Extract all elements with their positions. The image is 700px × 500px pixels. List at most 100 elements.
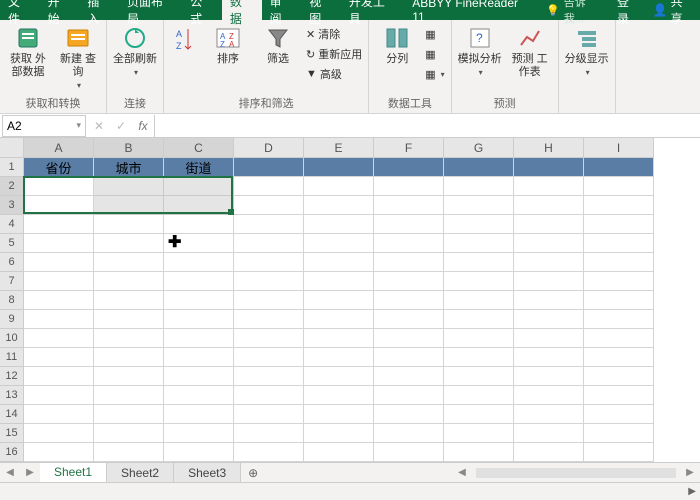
tab-abbyy[interactable]: ABBYY FineReader 11 xyxy=(404,0,540,20)
cell[interactable] xyxy=(164,215,234,234)
sheet-nav-prev[interactable]: ◀ xyxy=(0,467,20,478)
cell[interactable] xyxy=(444,196,514,215)
tab-review[interactable]: 审阅 xyxy=(262,0,302,20)
row-header-6[interactable]: 6 xyxy=(0,253,24,272)
scroll-right[interactable]: ▶ xyxy=(680,467,700,478)
cell[interactable] xyxy=(24,405,94,424)
scroll-left[interactable]: ◀ xyxy=(452,467,472,478)
remove-dup-button[interactable]: ▦ xyxy=(425,45,444,63)
login-button[interactable]: 登录 xyxy=(611,0,647,20)
horizontal-scrollbar[interactable] xyxy=(476,468,676,478)
row-header-16[interactable]: 16 xyxy=(0,443,24,462)
cell[interactable] xyxy=(304,196,374,215)
cell[interactable] xyxy=(304,367,374,386)
cell[interactable] xyxy=(94,196,164,215)
row-header-3[interactable]: 3 xyxy=(0,196,24,215)
cell[interactable] xyxy=(24,310,94,329)
cell[interactable] xyxy=(374,405,444,424)
cell[interactable] xyxy=(304,443,374,462)
row-header-13[interactable]: 13 xyxy=(0,386,24,405)
select-all-corner[interactable] xyxy=(0,138,24,158)
cell[interactable] xyxy=(234,272,304,291)
cell[interactable] xyxy=(164,348,234,367)
cell[interactable] xyxy=(24,443,94,462)
cell[interactable] xyxy=(24,215,94,234)
cell[interactable] xyxy=(444,386,514,405)
cell[interactable] xyxy=(444,158,514,177)
get-external-data-button[interactable]: 获取 外部数据 xyxy=(6,23,50,79)
cell[interactable] xyxy=(94,443,164,462)
cell[interactable] xyxy=(584,196,654,215)
cell[interactable] xyxy=(444,234,514,253)
clear-filter-button[interactable]: ✕清除 xyxy=(306,25,362,43)
share-button[interactable]: 👤 共享 xyxy=(647,0,700,20)
cell[interactable] xyxy=(584,253,654,272)
tab-insert[interactable]: 插入 xyxy=(79,0,119,20)
sheet-nav-next[interactable]: ▶ xyxy=(20,467,40,478)
cell[interactable] xyxy=(514,272,584,291)
cell[interactable] xyxy=(24,424,94,443)
cell[interactable] xyxy=(304,272,374,291)
fx-icon[interactable]: fx xyxy=(132,119,154,133)
formula-input[interactable] xyxy=(154,115,700,137)
cell[interactable] xyxy=(444,424,514,443)
cell[interactable] xyxy=(584,443,654,462)
cell[interactable] xyxy=(234,177,304,196)
sheet-tab-2[interactable]: Sheet2 xyxy=(107,463,174,483)
cell[interactable] xyxy=(514,177,584,196)
cell[interactable] xyxy=(24,291,94,310)
cell[interactable] xyxy=(584,424,654,443)
cell[interactable] xyxy=(444,291,514,310)
cell[interactable] xyxy=(444,367,514,386)
cell[interactable] xyxy=(234,234,304,253)
cell[interactable] xyxy=(24,348,94,367)
cell[interactable] xyxy=(584,310,654,329)
cell[interactable] xyxy=(444,310,514,329)
cell[interactable] xyxy=(514,424,584,443)
cell[interactable] xyxy=(374,272,444,291)
cell[interactable] xyxy=(374,310,444,329)
cell[interactable] xyxy=(374,443,444,462)
cell[interactable] xyxy=(584,215,654,234)
cell[interactable] xyxy=(444,253,514,272)
cell[interactable] xyxy=(514,291,584,310)
cell[interactable] xyxy=(374,291,444,310)
row-header-7[interactable]: 7 xyxy=(0,272,24,291)
tab-view[interactable]: 视图 xyxy=(301,0,341,20)
cell[interactable] xyxy=(374,424,444,443)
cell[interactable] xyxy=(94,405,164,424)
cell[interactable] xyxy=(94,234,164,253)
cell[interactable] xyxy=(304,310,374,329)
cell[interactable] xyxy=(584,234,654,253)
cell[interactable] xyxy=(584,329,654,348)
column-header-A[interactable]: A xyxy=(24,138,94,158)
cell[interactable] xyxy=(304,386,374,405)
column-header-C[interactable]: C xyxy=(164,138,234,158)
cell[interactable]: 城市 xyxy=(94,158,164,177)
cell[interactable] xyxy=(374,196,444,215)
add-sheet-button[interactable]: ⊕ xyxy=(241,466,265,480)
data-validation-button[interactable]: ▦▾ xyxy=(425,65,444,83)
cell[interactable] xyxy=(304,253,374,272)
row-header-4[interactable]: 4 xyxy=(0,215,24,234)
cell[interactable] xyxy=(444,272,514,291)
cell[interactable] xyxy=(514,253,584,272)
cell[interactable] xyxy=(164,367,234,386)
refresh-all-button[interactable]: 全部刷新▾ xyxy=(113,23,157,77)
cell[interactable] xyxy=(514,196,584,215)
cell[interactable] xyxy=(94,348,164,367)
cell[interactable] xyxy=(164,291,234,310)
cell[interactable] xyxy=(444,405,514,424)
cell[interactable] xyxy=(374,215,444,234)
cell[interactable] xyxy=(514,215,584,234)
cell[interactable] xyxy=(514,329,584,348)
filter-button[interactable]: 筛选 xyxy=(256,23,300,66)
cell[interactable] xyxy=(584,386,654,405)
new-query-button[interactable]: 新建 查询▾ xyxy=(56,23,100,90)
cell[interactable] xyxy=(94,215,164,234)
column-header-F[interactable]: F xyxy=(374,138,444,158)
flash-fill-button[interactable]: ▦ xyxy=(425,25,444,43)
tab-data[interactable]: 数据 xyxy=(222,0,262,20)
cell[interactable] xyxy=(24,367,94,386)
cell[interactable] xyxy=(234,310,304,329)
